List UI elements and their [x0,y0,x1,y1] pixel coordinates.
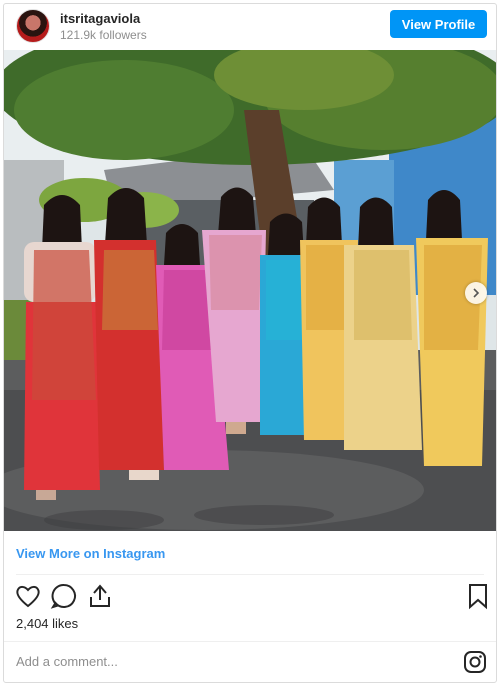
heart-icon[interactable] [14,582,42,610]
likes-count[interactable]: 2,404 likes [16,616,78,631]
add-comment-input[interactable]: Add a comment... [16,654,118,669]
chevron-right-icon [473,288,480,298]
next-photo-button[interactable] [465,282,487,304]
post-photo[interactable] [4,15,496,531]
instagram-embed-card: itsritagaviola 121.9k followers View Pro… [3,3,497,683]
avatar[interactable] [16,9,50,43]
group-photo-image [4,15,496,531]
divider [16,574,484,575]
comment-icon[interactable] [50,582,78,610]
bookmark-icon[interactable] [464,582,492,610]
view-more-link[interactable]: View More on Instagram [16,546,165,561]
share-icon[interactable] [86,582,114,610]
username[interactable]: itsritagaviola [60,11,140,26]
view-profile-button[interactable]: View Profile [390,10,487,38]
post-actions [4,582,496,616]
post-header: itsritagaviola 121.9k followers View Pro… [4,4,496,50]
divider [4,641,496,642]
follower-count: 121.9k followers [60,28,147,42]
instagram-icon[interactable] [463,650,487,674]
